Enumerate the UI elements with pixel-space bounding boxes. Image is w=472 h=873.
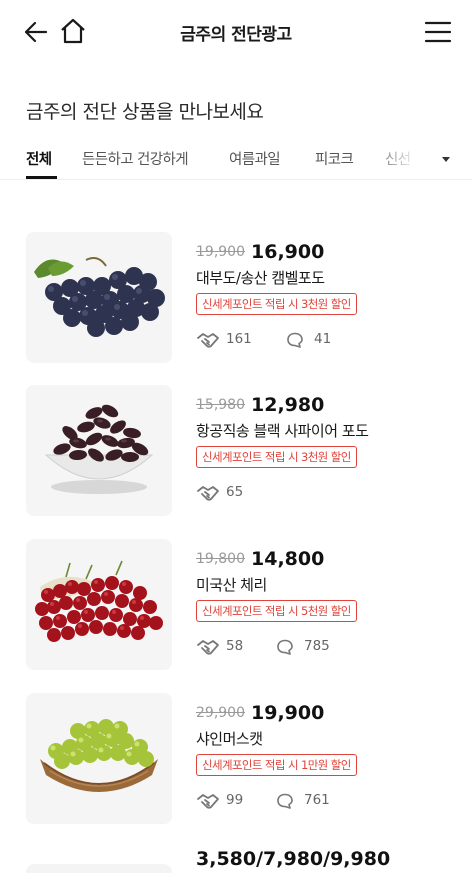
product-item[interactable]: 29,900 19,900 샤인머스캣 신세계포인트 적립 시 1만원 할인 99… (0, 693, 472, 833)
sale-price: 3,580/7,980/9,980 (196, 848, 391, 870)
black-sapphire-image (26, 385, 172, 516)
price-row: 29,900 19,900 (196, 702, 324, 724)
price-row: 15,980 12,980 (196, 394, 324, 416)
comment-icon (277, 639, 293, 655)
original-price: 15,980 (196, 397, 245, 413)
product-item[interactable]: 19,900 16,900 대부도/송산 캠벨포도 신세계포인트 적립 시 3천원… (0, 232, 472, 372)
hamburger-menu-icon (424, 21, 452, 43)
promo-badge: 신세계포인트 적립 시 5천원 할인 (196, 600, 357, 622)
tab-healthy[interactable]: 든든하고 건강하게 (82, 148, 189, 169)
handshake-icon (197, 333, 219, 348)
promo-badge: 신세계포인트 적립 시 3천원 할인 (196, 446, 357, 468)
promo-badge: 신세계포인트 적립 시 1만원 할인 (196, 754, 357, 776)
active-tab-indicator (26, 176, 57, 179)
grapes-image (26, 232, 172, 363)
caret-down-icon (442, 157, 450, 162)
product-name[interactable]: 샤인머스캣 (196, 728, 263, 749)
product-name[interactable]: 미국산 체리 (196, 574, 267, 595)
product-item[interactable]: 15,980 12,980 항공직송 블랙 사파이어 포도 신세계포인트 적립 시… (0, 385, 472, 525)
handshake-icon (197, 640, 219, 655)
sale-price: 12,980 (251, 394, 325, 416)
menu-button[interactable] (423, 19, 453, 45)
product-image-grapes[interactable] (26, 232, 172, 363)
tab-summer-fruit[interactable]: 여름과일 (229, 148, 281, 169)
product-item[interactable]: 19,800 14,800 미국산 체리 신세계포인트 적립 시 5천원 할인 5… (0, 539, 472, 679)
promo-badge: 신세계포인트 적립 시 3천원 할인 (196, 293, 357, 315)
product-image-shine-muscat[interactable] (26, 693, 172, 824)
top-header: 금주의 전단광고 (0, 0, 472, 64)
price-row: 19,900 16,900 (196, 241, 324, 263)
page-title: 금주의 전단광고 (180, 25, 292, 45)
original-price: 19,900 (196, 244, 245, 260)
comment-icon (277, 793, 293, 809)
shine-muscat-image (26, 693, 172, 824)
tab-all[interactable]: 전체 (26, 148, 52, 169)
handshake-icon (197, 794, 219, 809)
product-name[interactable]: 항공직송 블랙 사파이어 포도 (196, 420, 369, 441)
category-tabs: 전체 든든하고 건강하게 여름과일 피코크 신선 (0, 140, 472, 180)
cherries-image (26, 539, 172, 670)
sale-price: 16,900 (251, 241, 325, 263)
product-image-partial[interactable] (26, 864, 172, 873)
original-price: 29,900 (196, 705, 245, 721)
product-name[interactable]: 대부도/송산 캠벨포도 (196, 267, 325, 288)
product-image-black-sapphire[interactable] (26, 385, 172, 516)
sale-price: 19,900 (251, 702, 325, 724)
sale-price: 14,800 (251, 548, 325, 570)
comment-icon (287, 332, 303, 348)
section-title: 금주의 전단 상품을 만나보세요 (26, 101, 264, 123)
original-price: 19,800 (196, 551, 245, 567)
tab-peacock[interactable]: 피코크 (315, 148, 354, 169)
tab-dropdown-button[interactable] (438, 151, 454, 167)
product-image-cherries[interactable] (26, 539, 172, 670)
tab-fade-overlay (368, 140, 428, 178)
price-row: 19,800 14,800 (196, 548, 324, 570)
handshake-icon (197, 486, 219, 501)
